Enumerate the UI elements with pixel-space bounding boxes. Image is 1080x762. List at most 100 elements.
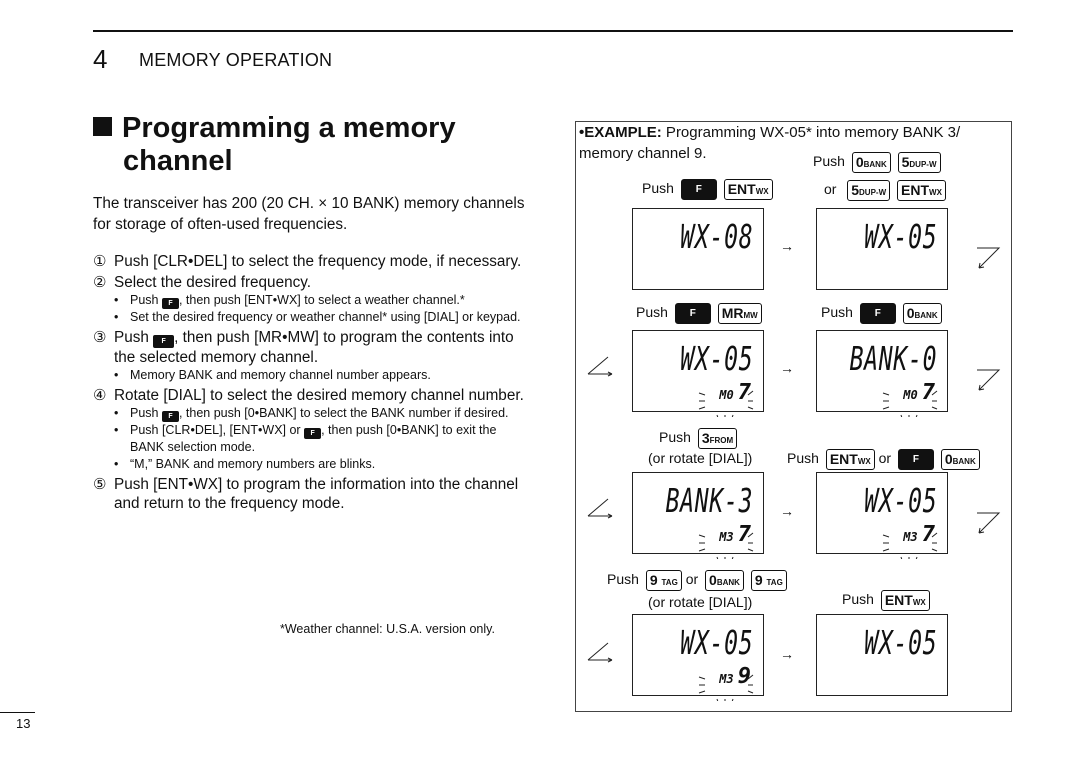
lcd-display-4: BANK-0 M0 7 <box>816 330 948 417</box>
lcd-main-text: WX-05 <box>679 623 753 662</box>
blink-ray <box>716 556 719 559</box>
blink-ray <box>698 690 706 694</box>
f-key: F <box>897 449 934 470</box>
dup5-key: 5DUP-W <box>897 152 941 173</box>
push-label-8: Push ENTWX <box>842 590 930 611</box>
blink-indicator-icon <box>698 390 754 417</box>
bank0-key: 0BANK <box>940 449 980 470</box>
mr-key: MRMW <box>717 303 762 324</box>
push-label-2: Push 0BANK 5DUP-W <box>813 152 941 173</box>
lcd-display-5: BANK-3 M3 7 <box>632 472 764 559</box>
footnote: *Weather channel: U.S.A. version only. <box>280 622 495 636</box>
dup5-key: 5DUP-W <box>847 180 891 201</box>
step-1: ① Push [CLR•DEL] to select the frequency… <box>93 252 533 271</box>
or-text: or <box>685 571 699 588</box>
ent-key: ENTWX <box>897 180 946 201</box>
sub-text: Push [CLR•DEL], [ENT•WX] or <box>130 423 301 437</box>
lcd-display-1: WX-08 <box>632 208 764 290</box>
lcd-main-text: BANK-0 <box>849 339 937 378</box>
lcd-main-text: WX-05 <box>863 623 937 662</box>
lcd-display-2: WX-05 <box>816 208 948 290</box>
push-label-5: Push 3FROM <box>659 428 738 449</box>
push-text: Push <box>659 429 691 446</box>
push-text: Push <box>636 304 668 321</box>
sub-bullet: • “M,” BANK and memory numbers are blinks… <box>114 456 533 473</box>
sub-text: Memory BANK and memory channel number ap… <box>130 368 431 382</box>
blink-ray <box>882 548 890 552</box>
step-4: ④ Rotate [DIAL] to select the desired me… <box>93 386 533 473</box>
blink-ray <box>698 676 706 680</box>
top-rule <box>93 30 1013 32</box>
heading-line-1: Programming a memory <box>122 112 456 144</box>
push-label-4: Push F 0BANK <box>821 303 942 324</box>
step-2: ② Select the desired frequency. • Push F,… <box>93 273 533 326</box>
lcd-display-6: WX-05 M3 7 <box>816 472 948 559</box>
example-title: •EXAMPLE: Programming WX-05* into memory… <box>579 124 960 141</box>
continue-from-arrow-icon <box>587 498 613 519</box>
f-key-icon: F <box>161 411 179 422</box>
step-text: Select the desired frequency. <box>114 274 311 291</box>
blink-ray <box>931 532 938 538</box>
sub-text: Push <box>130 293 159 307</box>
blink-ray <box>900 556 903 559</box>
tag9-key: 9 TAG <box>750 570 787 591</box>
f-key: F <box>680 179 717 200</box>
lcd-main-text: WX-08 <box>679 217 753 256</box>
section-title: MEMORY OPERATION <box>139 50 333 70</box>
lcd-main-text: WX-05 <box>679 339 753 378</box>
sub-bullet: • Push [CLR•DEL], [ENT•WX] or F, then pus… <box>114 423 497 454</box>
continue-from-arrow-icon <box>587 356 613 377</box>
step-text: Push [ENT•WX] to program the information… <box>114 476 519 512</box>
step-number: ① <box>93 253 107 270</box>
blink-ray <box>747 690 754 694</box>
example-text: Programming WX-05* into memory BANK 3/ <box>661 124 961 141</box>
blink-ray <box>731 556 734 559</box>
steps-list: ① Push [CLR•DEL] to select the frequency… <box>93 252 533 515</box>
push-text: Push <box>642 180 674 197</box>
right-arrow-icon: → <box>780 646 794 662</box>
ent-key: ENTWX <box>880 590 930 611</box>
example-text-2: memory channel 9. <box>579 145 707 162</box>
step-text: Rotate [DIAL] to select the desired memo… <box>114 387 524 404</box>
page-rule <box>0 712 35 713</box>
blink-ray <box>900 414 903 417</box>
sub-text: , then push [0•BANK] to select the BANK … <box>178 406 509 420</box>
or-text: or <box>824 181 837 198</box>
blink-ray <box>915 414 918 417</box>
step-number: ④ <box>93 387 107 404</box>
step-number: ③ <box>93 329 107 346</box>
blink-ray <box>747 674 754 680</box>
blink-indicator-icon <box>882 532 938 559</box>
step-text: Push [CLR•DEL] to select the frequency m… <box>114 253 522 270</box>
f-key: F <box>674 303 711 324</box>
lcd-display-8: WX-05 <box>816 614 948 696</box>
blink-indicator-icon <box>882 390 938 417</box>
blink-ray <box>882 392 890 396</box>
continue-from-arrow-icon <box>587 642 613 663</box>
bank0-key: 0BANK <box>705 570 744 591</box>
f-key-icon: F <box>153 335 175 348</box>
step-number: ② <box>93 274 107 291</box>
heading-line-2: channel <box>123 145 233 177</box>
continue-arrow-icon <box>977 247 1001 269</box>
blink-indicator-icon <box>698 674 754 701</box>
blink-ray <box>931 548 938 552</box>
ent-key: ENTWX <box>723 179 773 200</box>
bank0-key: 0BANK <box>902 303 942 324</box>
bank0-key: 0BANK <box>851 152 891 173</box>
push-text: Push <box>842 591 874 608</box>
step-text: Push <box>114 329 149 346</box>
blink-ray <box>747 532 754 538</box>
rotate-dial-label: (or rotate [DIAL]) <box>648 594 753 610</box>
blink-ray <box>882 534 890 538</box>
f-key-icon: F <box>304 428 322 439</box>
blink-ray <box>698 406 706 410</box>
blink-ray <box>747 406 754 410</box>
blink-ray <box>698 548 706 552</box>
sub-text: Push <box>130 406 159 420</box>
step-3: ③ Push F, then push [MR•MW] to program t… <box>93 328 533 384</box>
blink-ray <box>915 556 918 559</box>
continue-arrow-icon <box>977 512 1001 534</box>
blink-ray <box>931 390 938 396</box>
lcd-display-3: WX-05 M0 7 <box>632 330 764 417</box>
